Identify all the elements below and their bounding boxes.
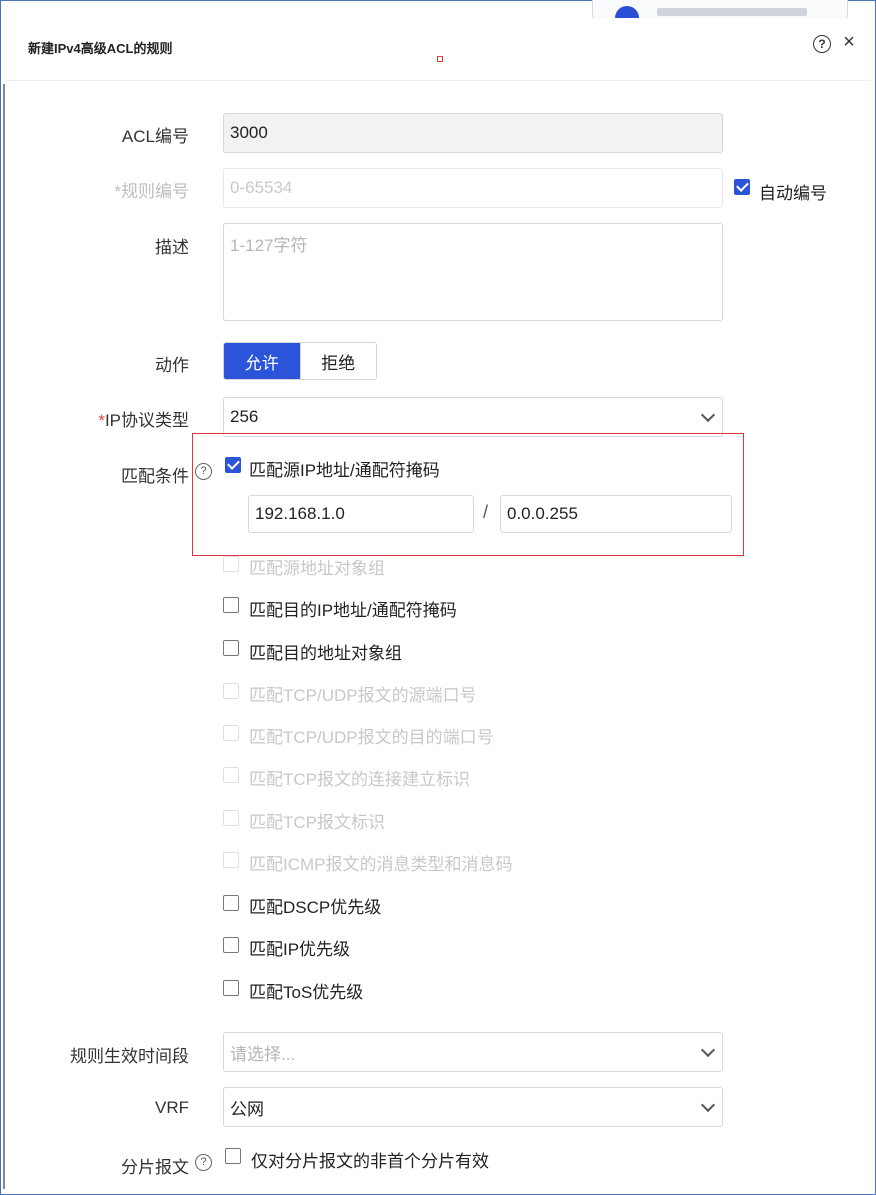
- match-source-ip-label: 匹配源IP地址/通配符掩码: [249, 461, 440, 480]
- time-range-select[interactable]: 请选择...: [223, 1032, 723, 1072]
- required-mark: *: [98, 411, 105, 430]
- fragment-help-icon[interactable]: ?: [195, 1154, 212, 1171]
- match-dest-ip-label: 匹配目的IP地址/通配符掩码: [249, 601, 457, 620]
- action-permit-button[interactable]: 允许: [224, 343, 300, 379]
- ip-protocol-select[interactable]: 256: [223, 397, 723, 437]
- match-icmp-label: 匹配ICMP报文的消息类型和消息码: [249, 855, 513, 874]
- fragment-option-label: 仅对分片报文的非首个分片有效: [251, 1152, 489, 1171]
- match-icmp-checkbox[interactable]: [223, 852, 239, 868]
- ip-protocol-label-text: IP协议类型: [104, 411, 189, 430]
- vrf-value: 公网: [230, 1099, 264, 1119]
- rule-number-input[interactable]: 0-65534: [223, 168, 723, 208]
- marker-dot: [437, 56, 443, 62]
- fragment-checkbox[interactable]: [225, 1148, 241, 1164]
- time-range-label: 规则生效时间段: [70, 1047, 189, 1066]
- help-icon[interactable]: ?: [813, 35, 831, 53]
- chevron-down-icon: [700, 407, 716, 423]
- ip-wildcard-separator: /: [483, 502, 489, 522]
- vrf-label: VRF: [155, 1098, 189, 1117]
- match-tcp-flag-label: 匹配TCP报文标识: [249, 813, 385, 832]
- rule-number-label-text: 规则编号: [121, 182, 189, 201]
- chevron-down-icon: [700, 1042, 716, 1058]
- match-tcp-established-checkbox[interactable]: [223, 767, 239, 783]
- chevron-down-icon: [700, 1097, 716, 1113]
- match-ip-precedence-checkbox[interactable]: [223, 937, 239, 953]
- acl-number-label: ACL编号: [121, 127, 189, 146]
- match-dst-port-checkbox[interactable]: [223, 725, 239, 741]
- required-mark: *: [114, 182, 121, 201]
- match-tcp-flag-checkbox[interactable]: [223, 810, 239, 826]
- match-source-ip-checkbox[interactable]: [225, 457, 241, 473]
- ip-protocol-value: 256: [230, 407, 259, 426]
- background-window-tab: [592, 0, 848, 19]
- match-conditions-label: 匹配条件: [121, 467, 189, 486]
- time-range-placeholder: 请选择...: [230, 1044, 296, 1064]
- description-placeholder: 1-127字符: [230, 236, 308, 255]
- source-ip-value: 192.168.1.0: [255, 504, 345, 523]
- auto-number-label: 自动编号: [759, 184, 827, 203]
- vrf-select[interactable]: 公网: [223, 1087, 723, 1127]
- description-label: 描述: [155, 238, 189, 257]
- rule-number-label: *规则编号: [114, 177, 189, 202]
- match-dest-object-group-label: 匹配目的地址对象组: [249, 644, 402, 663]
- close-icon[interactable]: ×: [839, 31, 859, 53]
- match-src-port-label: 匹配TCP/UDP报文的源端口号: [249, 686, 477, 705]
- dialog-header: 新建IPv4高级ACL的规则 ? ×: [5, 18, 871, 81]
- match-dscp-checkbox[interactable]: [223, 895, 239, 911]
- rule-number-placeholder: 0-65534: [230, 178, 293, 197]
- source-ip-input[interactable]: 192.168.1.0: [248, 495, 474, 533]
- fragment-label: 分片报文: [121, 1158, 189, 1177]
- action-label: 动作: [155, 356, 189, 375]
- ip-protocol-label: *IP协议类型: [98, 406, 189, 431]
- acl-number-value: 3000: [230, 123, 268, 142]
- match-source-object-group-checkbox[interactable]: [223, 556, 239, 572]
- background-tab-text: [657, 8, 807, 16]
- match-dest-ip-checkbox[interactable]: [223, 597, 239, 613]
- match-ip-precedence-label: 匹配IP优先级: [249, 940, 351, 959]
- action-segmented-control: 允许 拒绝: [223, 342, 377, 380]
- match-dst-port-label: 匹配TCP/UDP报文的目的端口号: [249, 728, 494, 747]
- dialog-title: 新建IPv4高级ACL的规则: [28, 41, 173, 56]
- match-tcp-established-label: 匹配TCP报文的连接建立标识: [249, 770, 470, 789]
- match-dscp-label: 匹配DSCP优先级: [249, 898, 382, 917]
- match-src-port-checkbox[interactable]: [223, 683, 239, 699]
- wildcard-mask-value: 0.0.0.255: [507, 504, 578, 523]
- match-tos-checkbox[interactable]: [223, 980, 239, 996]
- auto-number-checkbox[interactable]: [734, 179, 750, 195]
- match-source-object-group-label: 匹配源地址对象组: [249, 559, 385, 578]
- acl-number-field: 3000: [223, 113, 723, 153]
- description-textarea[interactable]: 1-127字符: [223, 223, 723, 321]
- wildcard-mask-input[interactable]: 0.0.0.255: [500, 495, 732, 533]
- match-tos-label: 匹配ToS优先级: [249, 983, 364, 1002]
- dialog-left-border: [3, 84, 5, 1189]
- action-deny-button[interactable]: 拒绝: [299, 343, 376, 379]
- match-dest-object-group-checkbox[interactable]: [223, 640, 239, 656]
